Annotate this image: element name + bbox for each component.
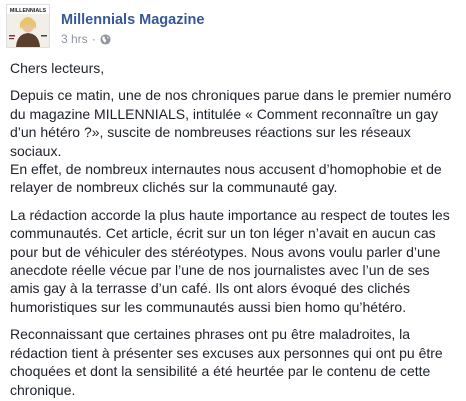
facebook-post: MILLENNIALS Millennials Magazine 3 hrs · [0,0,466,401]
post-greeting: Chers lecteurs, [10,60,105,76]
magazine-cover-icon: MILLENNIALS [7,5,49,47]
post-timestamp[interactable]: 3 hrs [61,32,88,46]
meta-separator: · [91,32,96,46]
post-paragraph: Depuis ce matin, une de nos chroniques p… [10,87,452,159]
post-paragraph: En effet, de nombreux internautes nous a… [10,161,442,196]
post-meta: 3 hrs · [61,32,111,46]
globe-icon[interactable] [100,33,111,45]
page-avatar[interactable]: MILLENNIALS [6,4,50,48]
post-paragraph: La rédaction accorde la plus haute impor… [10,206,450,315]
post-paragraph: Reconnaissant que certaines phrases ont … [10,326,443,398]
svg-text:MILLENNIALS: MILLENNIALS [10,8,47,14]
page-name-link[interactable]: Millennials Magazine [61,12,204,28]
post-body: Chers lecteurs, Depuis ce matin, une de … [10,56,460,399]
